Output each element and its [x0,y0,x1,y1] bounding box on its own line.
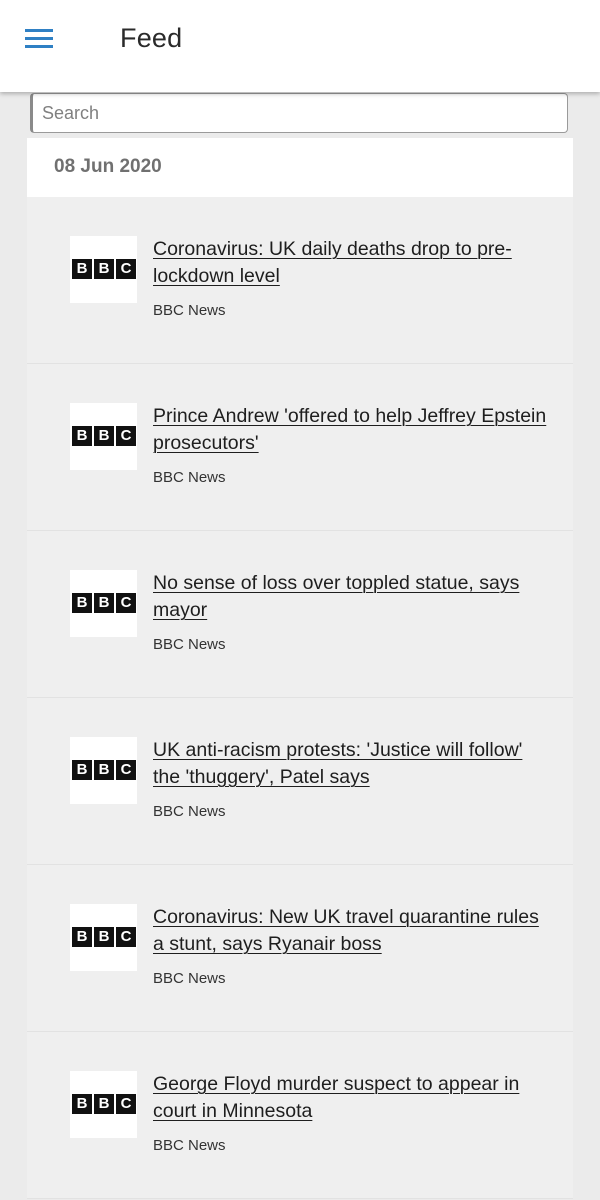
search-bar [30,93,568,133]
date-label: 08 Jun 2020 [54,156,162,177]
news-item[interactable]: B B C George Floyd murder suspect to app… [27,1032,573,1199]
news-item[interactable]: B B C Coronavirus: UK daily deaths drop … [27,197,573,364]
hamburger-menu-icon [25,29,53,48]
bbc-logo-letter: B [94,760,114,780]
news-title-link[interactable]: Prince Andrew 'offered to help Jeffrey E… [153,403,553,457]
news-feed[interactable]: 08 Jun 2020 B B C Coronavirus: UK daily … [27,138,573,1200]
search-input[interactable] [30,93,568,133]
menu-button[interactable] [20,22,60,56]
bbc-logo-letter: B [94,927,114,947]
news-item[interactable]: B B C Prince Andrew 'offered to help Jef… [27,364,573,531]
bbc-logo-blocks: B B C [72,1094,136,1114]
bbc-logo-letter: B [72,259,92,279]
news-item[interactable]: B B C UK anti-racism protests: 'Justice … [27,698,573,865]
bbc-logo-letter: B [94,593,114,613]
news-title-link[interactable]: Coronavirus: New UK travel quarantine ru… [153,904,553,958]
bbc-logo-letter: B [94,1094,114,1114]
bbc-logo-blocks: B B C [72,593,136,613]
bbc-logo-letter: C [116,927,136,947]
news-title-link[interactable]: George Floyd murder suspect to appear in… [153,1071,553,1125]
bbc-logo-letter: B [72,1094,92,1114]
news-title-link[interactable]: No sense of loss over toppled statue, sa… [153,570,553,624]
news-source: BBC News [153,1137,226,1154]
bbc-logo-blocks: B B C [72,927,136,947]
bbc-logo-letter: C [116,426,136,446]
date-header: 08 Jun 2020 [27,138,573,197]
news-source: BBC News [153,469,226,486]
bbc-logo-letter: B [72,760,92,780]
bbc-logo: B B C [70,236,137,303]
bbc-logo-letter: B [94,259,114,279]
news-source: BBC News [153,970,226,987]
bbc-logo: B B C [70,737,137,804]
news-title-link[interactable]: UK anti-racism protests: 'Justice will f… [153,737,553,791]
bbc-logo-letter: C [116,1094,136,1114]
bbc-logo-letter: B [72,927,92,947]
news-item[interactable]: B B C No sense of loss over toppled stat… [27,531,573,698]
news-source: BBC News [153,636,226,653]
news-list: B B C Coronavirus: UK daily deaths drop … [27,197,573,1199]
bbc-logo: B B C [70,904,137,971]
app-bar: Feed [0,0,600,92]
bbc-logo-blocks: B B C [72,760,136,780]
news-source: BBC News [153,302,226,319]
news-item[interactable]: B B C Coronavirus: New UK travel quarant… [27,865,573,1032]
bbc-logo-letter: B [72,593,92,613]
bbc-logo: B B C [70,403,137,470]
bbc-logo-blocks: B B C [72,259,136,279]
bbc-logo: B B C [70,1071,137,1138]
page-title: Feed [120,23,183,53]
bbc-logo-letter: B [72,426,92,446]
news-source: BBC News [153,803,226,820]
bbc-logo: B B C [70,570,137,637]
bbc-logo-letter: B [94,426,114,446]
bbc-logo-letter: C [116,259,136,279]
bbc-logo-letter: C [116,760,136,780]
bbc-logo-blocks: B B C [72,426,136,446]
news-title-link[interactable]: Coronavirus: UK daily deaths drop to pre… [153,236,553,290]
bbc-logo-letter: C [116,593,136,613]
